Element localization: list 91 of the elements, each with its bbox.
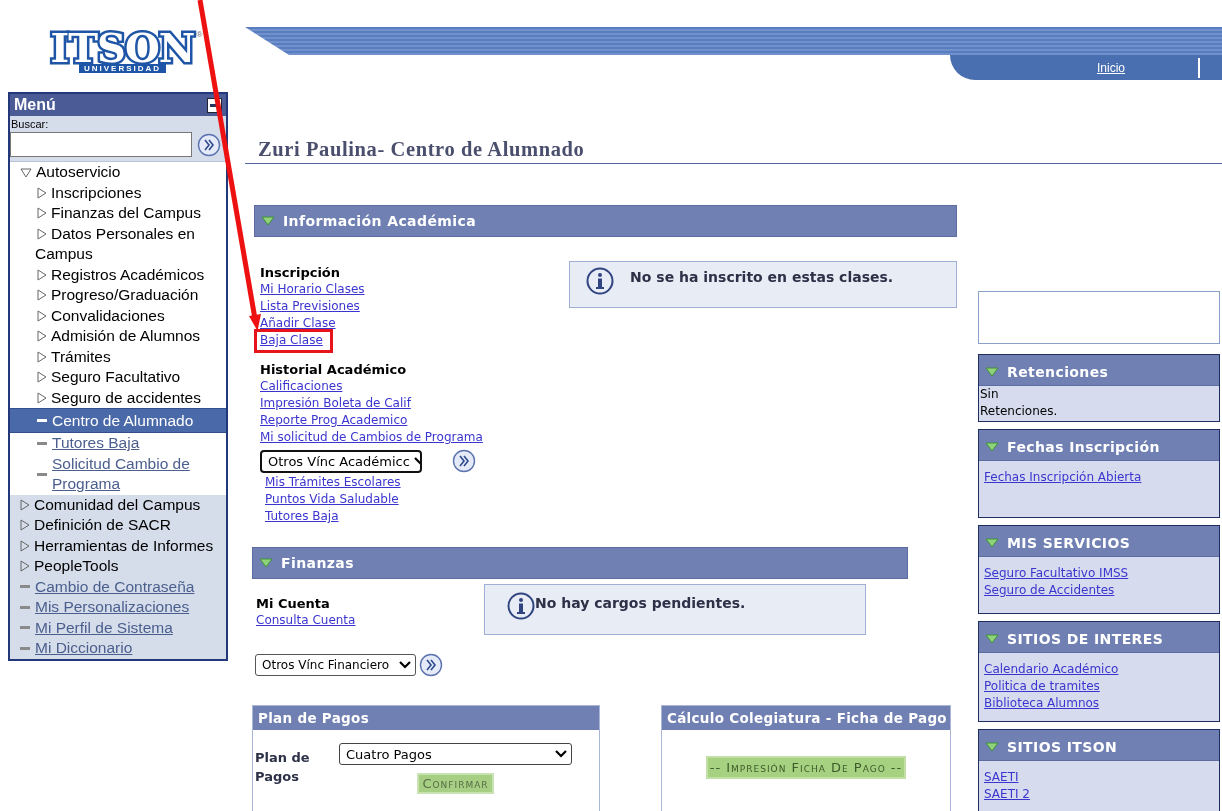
field-label: Plan de Pagos xyxy=(255,749,311,786)
link[interactable]: Mi Horario Clases xyxy=(260,281,365,298)
menu-item[interactable]: Datos Personales en Campus xyxy=(10,223,226,265)
menu-item[interactable]: Inscripciones xyxy=(10,182,226,203)
go-button[interactable] xyxy=(419,653,443,677)
menu-item[interactable]: Seguro Facultativo xyxy=(10,367,226,388)
menu-item[interactable]: Mi Diccionario xyxy=(10,638,226,659)
menu-item[interactable]: Registros Académicos xyxy=(10,264,226,285)
group-heading: Historial Académico xyxy=(260,361,408,378)
link[interactable]: Reporte Prog Academico xyxy=(260,412,408,429)
print-slip-button[interactable]: -- Impresión Ficha De Pago -- xyxy=(705,756,907,779)
caret-down-icon xyxy=(985,367,999,377)
go-button[interactable] xyxy=(197,132,221,157)
panel-title: Cálculo Colegiatura - Ficha de Pago xyxy=(662,706,950,730)
panel-title: Fechas Inscripción xyxy=(1007,439,1160,455)
panel-title: Plan de Pagos xyxy=(253,706,599,730)
menu-item[interactable]: Trámites xyxy=(10,346,226,367)
dash-icon xyxy=(37,419,47,422)
menu-item[interactable]: Autoservicio xyxy=(10,162,226,183)
link[interactable]: Añadir Clase xyxy=(260,315,336,332)
panel-title: SITIOS ITSON xyxy=(1007,739,1118,755)
link[interactable]: SAETI 2 xyxy=(984,786,1030,803)
menu-item[interactable]: PeopleTools xyxy=(10,556,226,577)
dropdown[interactable]: Otros Vínc Académicc xyxy=(260,449,422,473)
go-button[interactable] xyxy=(452,449,476,473)
notice-text: No se ha inscrito en estas clases. xyxy=(630,268,894,285)
caret-down-icon xyxy=(985,538,999,548)
panel-text: Sin xyxy=(979,386,1000,403)
link[interactable]: Baja Clase xyxy=(260,332,323,349)
menu-item[interactable]: Comunidad del Campus xyxy=(10,494,226,515)
group-heading: Inscripción xyxy=(260,264,342,281)
dropdown[interactable]: Cuatro Pagos xyxy=(339,743,572,765)
menu-item[interactable]: Mis Personalizaciones xyxy=(10,597,226,618)
menu-item[interactable]: Mi Perfil de Sistema xyxy=(10,617,226,638)
link[interactable]: Seguro de Accidentes xyxy=(984,582,1115,599)
menu-item[interactable]: Definición de SACR xyxy=(10,515,226,536)
dash-icon xyxy=(20,626,30,630)
menu-item[interactable]: Convalidaciones xyxy=(10,305,226,326)
panel-title: Retenciones xyxy=(1007,364,1109,380)
link[interactable]: Politica de tramites xyxy=(984,678,1100,695)
menu-item[interactable]: Finanzas del Campus xyxy=(10,203,226,224)
menu-item[interactable]: Admisión de Alumnos xyxy=(10,326,226,347)
panel-text: Retenciones. xyxy=(979,403,1059,420)
menu-item[interactable]: Solicitud Cambio de Programa xyxy=(10,453,226,495)
caret-down-icon xyxy=(261,216,275,226)
link[interactable]: Calendario Académico xyxy=(984,661,1119,678)
notice-text: No hay cargos pendientes. xyxy=(535,594,746,611)
dropdown[interactable]: Otros Vínc Financiero xyxy=(255,654,416,676)
caret-down-icon xyxy=(985,742,999,752)
dash-icon xyxy=(20,605,30,609)
link[interactable]: Biblioteca Alumnos xyxy=(984,695,1100,712)
dash-icon xyxy=(20,585,30,589)
panel-title: SITIOS DE INTERES xyxy=(1007,631,1164,647)
chevron-down-icon xyxy=(399,661,411,669)
link[interactable]: Consulta Cuenta xyxy=(256,612,356,629)
search-field[interactable] xyxy=(10,132,192,157)
info-icon xyxy=(507,592,535,620)
dash-icon xyxy=(37,441,47,445)
dash-icon xyxy=(37,472,47,476)
menu-item[interactable]: Progreso/Graduación xyxy=(10,285,226,306)
link[interactable]: SAETI xyxy=(984,769,1019,786)
caret-down-icon xyxy=(985,634,999,644)
menu-item[interactable]: Cambio de Contraseña xyxy=(10,576,226,597)
link[interactable]: Mis Trámites Escolares xyxy=(265,474,401,491)
menu-item[interactable]: Seguro de accidentes xyxy=(10,387,226,408)
link[interactable]: Puntos Vida Saludable xyxy=(265,491,399,508)
group-heading: Mi Cuenta xyxy=(256,595,331,612)
home-link[interactable]: Inicio xyxy=(1097,60,1125,75)
search-label: Buscar: xyxy=(10,118,50,132)
caret-down-icon xyxy=(985,442,999,452)
dash-icon xyxy=(20,646,30,650)
logo-subtitle: UNIVERSIDAD xyxy=(78,64,167,73)
link[interactable]: Tutores Baja xyxy=(265,508,339,525)
link[interactable]: Calificaciones xyxy=(260,378,343,395)
menu-title: Menú xyxy=(14,96,56,114)
link[interactable]: Mi solicitud de Cambios de Programa xyxy=(260,429,483,446)
chevron-down-icon xyxy=(555,750,567,758)
page-title: Zuri Paulina- Centro de Alumnado xyxy=(258,137,586,161)
menu-item[interactable]: Tutores Baja xyxy=(10,433,226,454)
caret-down-icon xyxy=(259,558,273,568)
registered-mark: ® xyxy=(196,30,203,39)
section-title: Finanzas xyxy=(281,555,354,571)
menu-item[interactable]: Centro de Alumnado xyxy=(10,408,226,433)
panel-title: MIS SERVICIOS xyxy=(1007,535,1131,551)
link[interactable]: Seguro Facultativo IMSS xyxy=(984,565,1129,582)
link[interactable]: Fechas Inscripción Abierta xyxy=(984,469,1142,486)
link[interactable]: Lista Previsiones xyxy=(260,298,360,315)
link[interactable]: Impresión Boleta de Calif xyxy=(260,395,411,412)
info-icon xyxy=(586,267,615,295)
section-title: Información Académica xyxy=(283,213,476,229)
menu-item[interactable]: Herramientas de Informes xyxy=(10,535,226,556)
